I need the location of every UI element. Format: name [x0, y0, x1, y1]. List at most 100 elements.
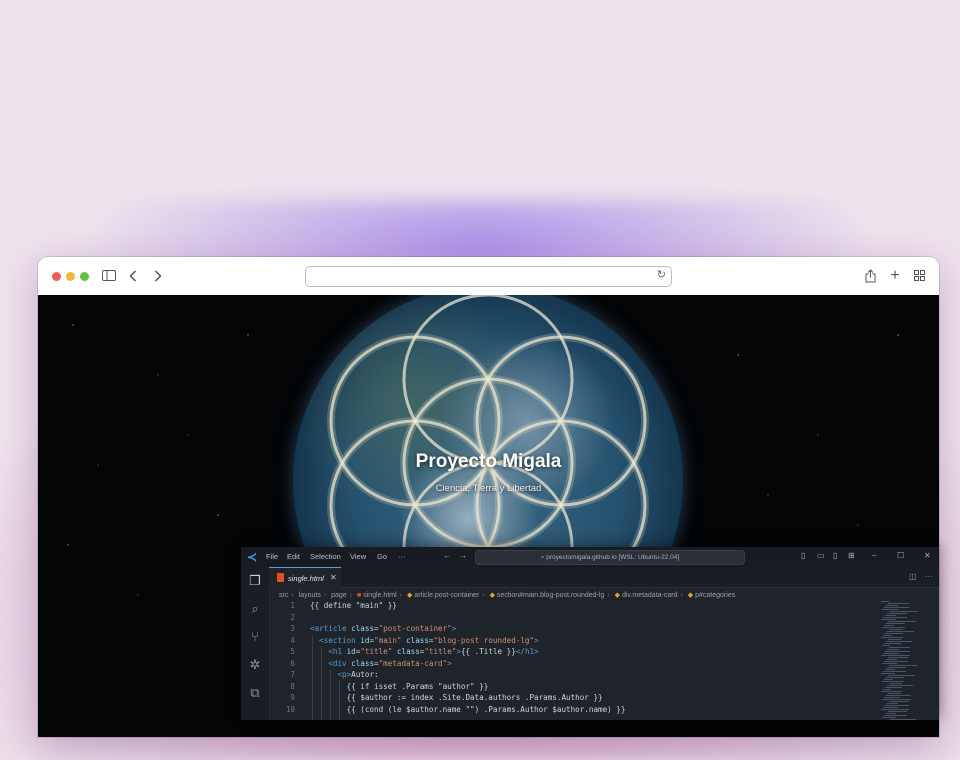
code-line: <article class="post-container"> [310, 624, 457, 633]
tab-label: single.html [288, 574, 324, 583]
minimap-line [886, 605, 898, 606]
breadcrumb-item[interactable]: src [279, 592, 288, 599]
html-file-icon [277, 573, 284, 582]
minimap-line [881, 655, 910, 656]
more-actions-icon[interactable]: ··· [925, 572, 933, 581]
tab-single-html[interactable]: single.html ✕ [269, 567, 341, 588]
close-icon[interactable]: ✕ [924, 551, 931, 560]
chevron-left-icon[interactable] [126, 267, 140, 285]
breadcrumb-item[interactable]: section#main.blog-post.rounded-lg [497, 592, 604, 599]
line-number: 1 [290, 601, 295, 610]
minimize-icon[interactable]: – [872, 551, 876, 560]
code-line: {{ if isset .Params "author" }} [310, 681, 489, 691]
bug-icon[interactable]: ✲ [247, 657, 263, 673]
minimap-line [889, 647, 910, 648]
minimap-line [882, 609, 898, 610]
maximize-icon[interactable]: ☐ [897, 551, 904, 560]
minimap-line [885, 705, 909, 706]
reload-icon[interactable]: ↻ [657, 268, 666, 281]
search-icon[interactable]: ⌕ [247, 601, 263, 617]
plus-icon[interactable]: + [888, 267, 902, 285]
files-icon[interactable]: ❐ [247, 573, 263, 589]
url-bar[interactable]: ↻ [305, 266, 672, 287]
tab-overview-icon[interactable] [912, 267, 926, 285]
minimap-line [884, 607, 909, 608]
menu-view[interactable]: View [350, 552, 366, 561]
minimap-line [886, 641, 912, 642]
minimap-line [887, 667, 906, 668]
close-tab-icon[interactable]: ✕ [330, 573, 337, 582]
minimap-line [882, 663, 897, 664]
minimap[interactable] [881, 601, 931, 720]
breadcrumb: src › layouts › page › ■ single.html › ◆ art… [279, 592, 736, 599]
minimap-line [886, 713, 896, 714]
minimap-line [889, 683, 902, 684]
toggle-sidebar-icon[interactable]: ▯ [801, 551, 805, 560]
vscode-titlebar: ≺ File Edit Selection View Go ··· ← → ⌕ … [241, 547, 939, 567]
breadcrumb-item[interactable]: layouts [299, 592, 321, 599]
menu-more[interactable]: ··· [398, 552, 406, 561]
split-editor-icon[interactable]: ◫ [909, 572, 917, 581]
menu-file[interactable]: File [266, 552, 278, 561]
command-center-search[interactable]: ⌕ proyectomigala.github.io [WSL: Ubuntu-… [475, 550, 745, 565]
line-number: 8 [290, 681, 295, 691]
menu-edit[interactable]: Edit [287, 552, 300, 561]
line-number: 2 [290, 612, 295, 622]
minimap-line [887, 613, 907, 614]
minimap-line [883, 689, 891, 690]
breadcrumb-item[interactable]: article.post-container [414, 592, 479, 599]
minimap-line [881, 637, 903, 638]
editor-tabs: single.html ✕ ◫ ··· [269, 567, 939, 588]
site-subtitle: Ciencia, Tierra y Libertad [435, 483, 542, 494]
breadcrumb-item[interactable]: p#categories [695, 592, 735, 599]
nav-back-icon[interactable]: ← [443, 551, 451, 560]
minimap-line [886, 623, 905, 624]
menu-selection[interactable]: Selection [310, 552, 341, 561]
minimap-line [882, 717, 896, 718]
nav-forward-icon[interactable]: → [459, 551, 467, 560]
minimap-line [884, 661, 908, 662]
minimap-line [889, 665, 917, 666]
minimap-line [881, 619, 896, 620]
minimap-line [887, 703, 898, 704]
chevron-right-icon[interactable] [151, 267, 165, 285]
minimap-line [882, 645, 890, 646]
element-icon: ◆ [406, 592, 413, 599]
element-icon: ◆ [687, 592, 694, 599]
menu-go[interactable]: Go [377, 552, 387, 561]
minimap-line [883, 707, 898, 708]
minimap-line [881, 601, 889, 602]
zoom-window-button[interactable] [80, 272, 89, 281]
extensions-icon[interactable]: ⧉ [247, 685, 263, 701]
source-control-icon[interactable]: ⑂ [247, 629, 263, 645]
minimap-line [882, 681, 904, 682]
minimize-window-button[interactable] [66, 272, 75, 281]
sidebar-icon[interactable] [101, 267, 117, 285]
minimap-line [889, 701, 909, 702]
minimap-line [884, 679, 893, 680]
minimap-line [888, 621, 916, 622]
minimap-line [884, 715, 907, 716]
share-icon[interactable] [863, 267, 877, 285]
minimap-line [881, 691, 902, 692]
toggle-panel-icon[interactable]: ▭ [817, 551, 825, 560]
element-icon: ◆ [614, 592, 621, 599]
minimap-line [886, 677, 904, 678]
toggle-secondary-sidebar-icon[interactable]: ▯ [833, 551, 837, 560]
breadcrumb-item[interactable]: page [331, 592, 347, 599]
code-line: <div class="metadata-card"> [328, 658, 452, 668]
layout-icon[interactable]: ⊞ [848, 551, 855, 560]
line-number: 6 [290, 658, 295, 668]
activity-bar: ❐ ⌕ ⑂ ✲ ⧉ [241, 567, 270, 720]
minimap-line [887, 649, 899, 650]
breadcrumb-item[interactable]: single.html [363, 592, 396, 599]
minimap-line [884, 643, 901, 644]
minimap-line [886, 659, 897, 660]
browser-toolbar: ↻ + [38, 257, 939, 296]
line-number: 5 [290, 647, 295, 656]
code-editor[interactable]: 1 2 3 4 5 6 7 8 9 10 {{ define "main" }}… [269, 601, 869, 720]
breadcrumb-item[interactable]: div.metadata-card [622, 592, 678, 599]
minimap-line [888, 657, 908, 658]
minimap-line [885, 615, 896, 616]
close-window-button[interactable] [52, 272, 61, 281]
